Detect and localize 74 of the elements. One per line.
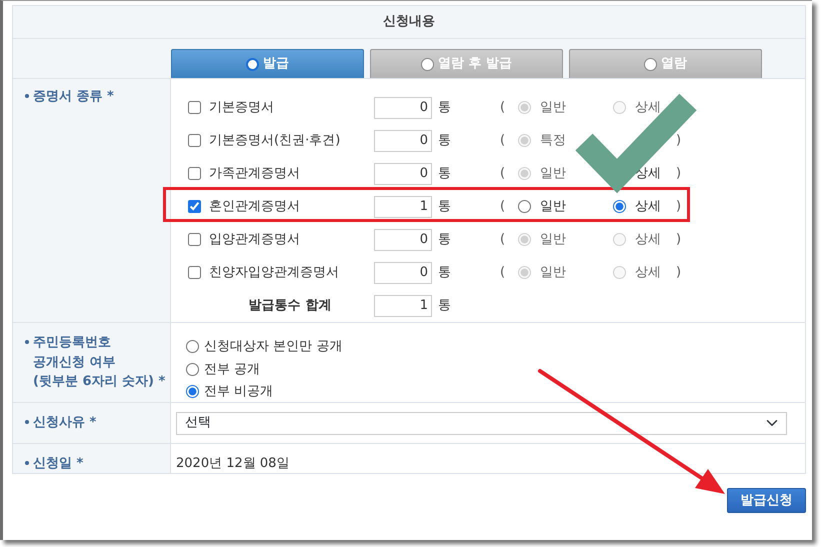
quantity-field[interactable]: 0 <box>374 162 432 184</box>
date-text: 2020년 12월 08일 <box>176 456 290 470</box>
checkbox[interactable] <box>188 233 201 246</box>
certificate-label: 기본증명서 <box>209 98 274 117</box>
certificate-label: 친양자입양관계증명서 <box>209 264 339 282</box>
bullet-icon <box>25 94 29 98</box>
quantity-field[interactable]: 0 <box>374 228 432 250</box>
option-label: 상세 <box>635 230 661 249</box>
paren-text: ) <box>676 166 682 181</box>
field-label: 공개신청 여부 <box>33 354 116 372</box>
option-label: 일반 <box>540 98 566 117</box>
radio-button[interactable] <box>613 200 626 213</box>
option-label: 일반 <box>540 230 566 249</box>
radio-button[interactable] <box>186 385 199 398</box>
checkbox[interactable] <box>188 101 201 114</box>
checkbox[interactable] <box>188 200 201 213</box>
paren-text: ( <box>500 100 506 115</box>
paren-text: ) <box>676 198 682 214</box>
total-label: 발급통수 합계 <box>248 296 332 315</box>
option-label: 특정 <box>540 132 566 150</box>
option-label: 상세 <box>635 198 661 216</box>
option-label: 일반 <box>540 164 566 183</box>
option-label: 상세 <box>635 264 661 282</box>
checkbox[interactable] <box>188 266 201 279</box>
checkbox[interactable] <box>188 134 201 147</box>
radio-button[interactable] <box>186 340 199 354</box>
total-field[interactable]: 1 <box>374 294 432 316</box>
unit-label: 통 <box>438 132 451 148</box>
bullet-icon <box>25 340 29 344</box>
radio-button[interactable] <box>186 362 199 376</box>
section-title: 신청내용 <box>383 13 435 32</box>
option-label: 상세 <box>635 164 661 183</box>
paren-text: ( <box>500 132 506 148</box>
checkbox[interactable] <box>188 167 201 180</box>
paren-text: ( <box>500 264 506 280</box>
unit-label: 통 <box>438 232 451 247</box>
certificate-label: 가족관계증명서 <box>209 164 300 183</box>
radio-icon <box>420 58 434 70</box>
field-label: 증명서 종류 * <box>33 88 114 106</box>
option-label: 전부 공개 <box>204 360 260 378</box>
reason-select[interactable]: 선택 <box>176 412 787 434</box>
bullet-icon <box>25 460 29 465</box>
field-label: 신청사유 * <box>33 414 96 432</box>
certificate-label: 입양관계증명서 <box>209 230 300 249</box>
radio-button[interactable] <box>518 200 531 213</box>
certificate-label: 혼인관계증명서 <box>209 198 300 216</box>
option-label: 일반 <box>540 198 566 216</box>
paren-text: ( <box>500 198 506 214</box>
radio-icon <box>644 58 657 70</box>
option-label: 상세 <box>635 98 661 117</box>
radio-icon <box>246 58 259 70</box>
quantity-field[interactable]: 0 <box>374 262 432 284</box>
paren-text: ) <box>676 264 682 280</box>
option-label: 신청대상자 본인만 공개 <box>204 338 342 356</box>
unit-label: 통 <box>438 298 451 313</box>
paren-text: ) <box>676 132 682 148</box>
quantity-field[interactable]: 0 <box>374 96 432 118</box>
quantity-field[interactable]: 1 <box>374 196 432 218</box>
paren-text: ( <box>500 232 506 247</box>
certificate-label: 기본증명서(친권·후견) <box>209 132 340 150</box>
option-label: 전부 비공개 <box>204 383 274 401</box>
bullet-icon <box>25 420 29 424</box>
paren-text: ( <box>500 166 506 181</box>
paren-text: ) <box>676 232 682 247</box>
submit-button[interactable]: 발급신청 <box>727 488 806 513</box>
field-label: 신청일 * <box>33 454 84 472</box>
field-label: 주민등록번호 <box>33 334 111 352</box>
option-label: 일반 <box>540 264 566 282</box>
unit-label: 통 <box>438 264 451 280</box>
unit-label: 통 <box>438 166 451 181</box>
field-label: (뒷부분 6자리 숫자) * <box>33 373 166 391</box>
unit-label: 통 <box>438 198 451 214</box>
unit-label: 통 <box>438 100 451 115</box>
quantity-field[interactable]: 0 <box>374 130 432 152</box>
